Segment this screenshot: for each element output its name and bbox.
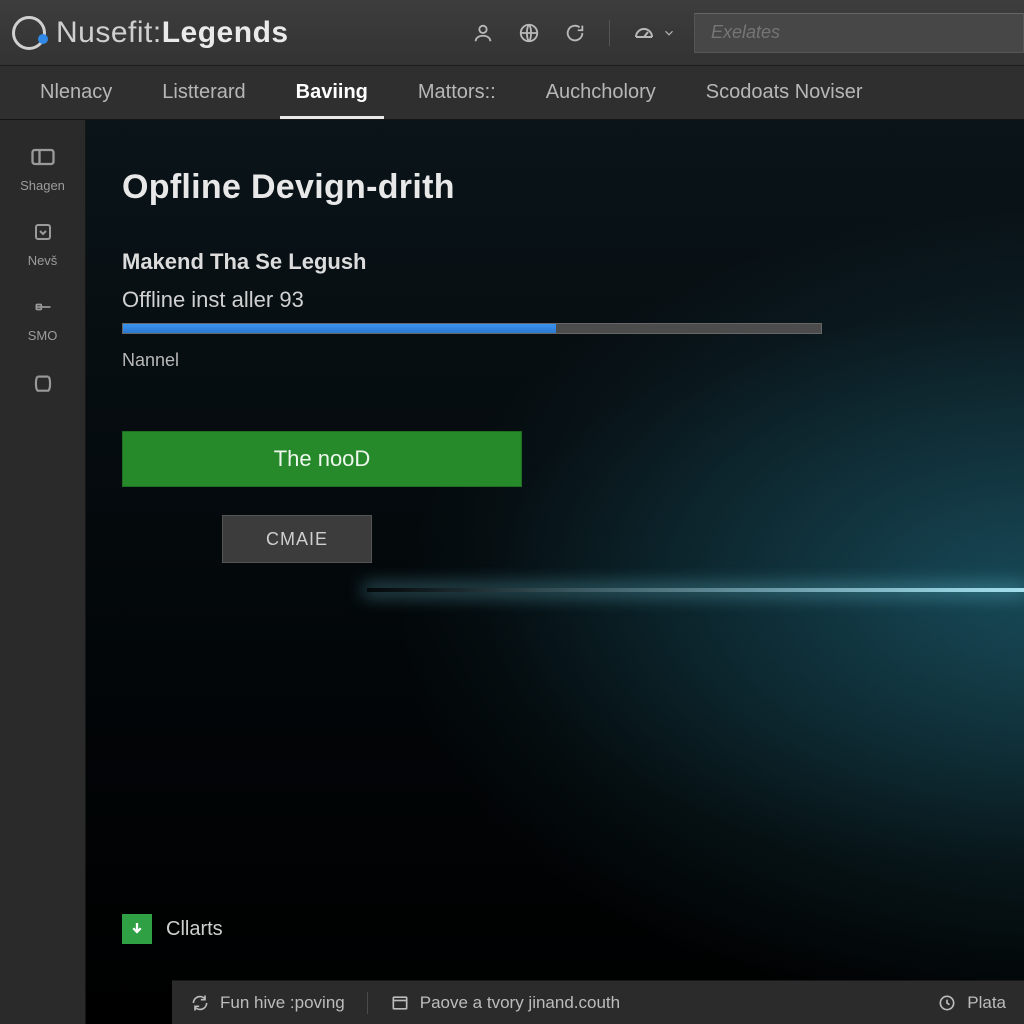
tab-label: Auchcholory	[546, 81, 656, 104]
gauge-icon	[632, 21, 656, 45]
sidebar-item-smo[interactable]: SMO	[0, 284, 85, 353]
jar-icon	[28, 367, 58, 397]
tab-label: Scodoats Noviser	[706, 81, 863, 104]
brand-prefix: Nusefit	[56, 16, 153, 49]
page-title: Opfline Devign-drith	[122, 168, 988, 207]
primary-button-label: The nooD	[274, 446, 371, 472]
progress-fill	[123, 324, 556, 333]
tab-baviing[interactable]: Baviing	[276, 66, 388, 119]
refresh-icon[interactable]	[563, 21, 587, 45]
tab-label: Listterard	[162, 81, 245, 104]
app-header: Nusefit:Legends	[0, 0, 1024, 66]
tab-bar: Nlenacy Listterard Baviing Mattors:: Auc…	[0, 66, 1024, 120]
brand-suffix: Legends	[162, 16, 289, 49]
tab-label: Mattors::	[418, 81, 496, 104]
primary-action-button[interactable]: The nooD	[122, 431, 522, 487]
secondary-action-button[interactable]: CMAIE	[222, 515, 372, 563]
settings-dropdown[interactable]	[632, 21, 676, 45]
tab-nlenacy[interactable]: Nlenacy	[20, 66, 132, 119]
sidebar: Shagen Nevš SMO	[0, 120, 86, 1024]
content-area: Opfline Devign-drith Makend Tha Se Legus…	[86, 120, 1024, 1024]
sidebar-item-jar[interactable]	[0, 359, 85, 413]
sidebar-item-shagen[interactable]: Shagen	[0, 134, 85, 203]
slider-icon	[28, 292, 58, 322]
tab-listterard[interactable]: Listterard	[142, 66, 265, 119]
sidebar-item-label: SMO	[28, 328, 58, 343]
chevron-down-icon	[662, 26, 676, 40]
tab-auchcholory[interactable]: Auchcholory	[526, 66, 676, 119]
section-subtitle: Makend Tha Se Legush	[122, 249, 988, 275]
chevbox-icon	[28, 217, 58, 247]
sidebar-item-nevs[interactable]: Nevš	[0, 209, 85, 278]
app-body: Shagen Nevš SMO Opfline Devign-drith M	[0, 120, 1024, 1024]
globe-icon[interactable]	[517, 21, 541, 45]
secondary-button-label: CMAIE	[266, 529, 328, 550]
tab-scodoats[interactable]: Scodoats Noviser	[686, 66, 883, 119]
progress-label: Offline inst aller 93	[122, 287, 988, 313]
tab-mattors[interactable]: Mattors::	[398, 66, 516, 119]
download-arrow-icon	[122, 914, 152, 944]
sidebar-item-label: Nevš	[28, 253, 58, 268]
app-brand: Nusefit:Legends	[12, 16, 289, 50]
header-icon-group	[471, 20, 676, 46]
progress-caption: Nannel	[122, 350, 988, 371]
tab-label: Baviing	[296, 81, 368, 104]
brand-logo-icon	[12, 16, 46, 50]
search-input[interactable]	[694, 13, 1024, 53]
download-row-label: Cllarts	[166, 918, 223, 941]
header-divider	[609, 20, 610, 46]
account-icon[interactable]	[471, 21, 495, 45]
tab-label: Nlenacy	[40, 81, 112, 104]
main-panel: Opfline Devign-drith Makend Tha Se Legus…	[86, 120, 1024, 1024]
download-row[interactable]: Cllarts	[122, 914, 223, 944]
panel-icon	[28, 142, 58, 172]
sidebar-item-label: Shagen	[20, 178, 65, 193]
progress-bar	[122, 323, 822, 334]
